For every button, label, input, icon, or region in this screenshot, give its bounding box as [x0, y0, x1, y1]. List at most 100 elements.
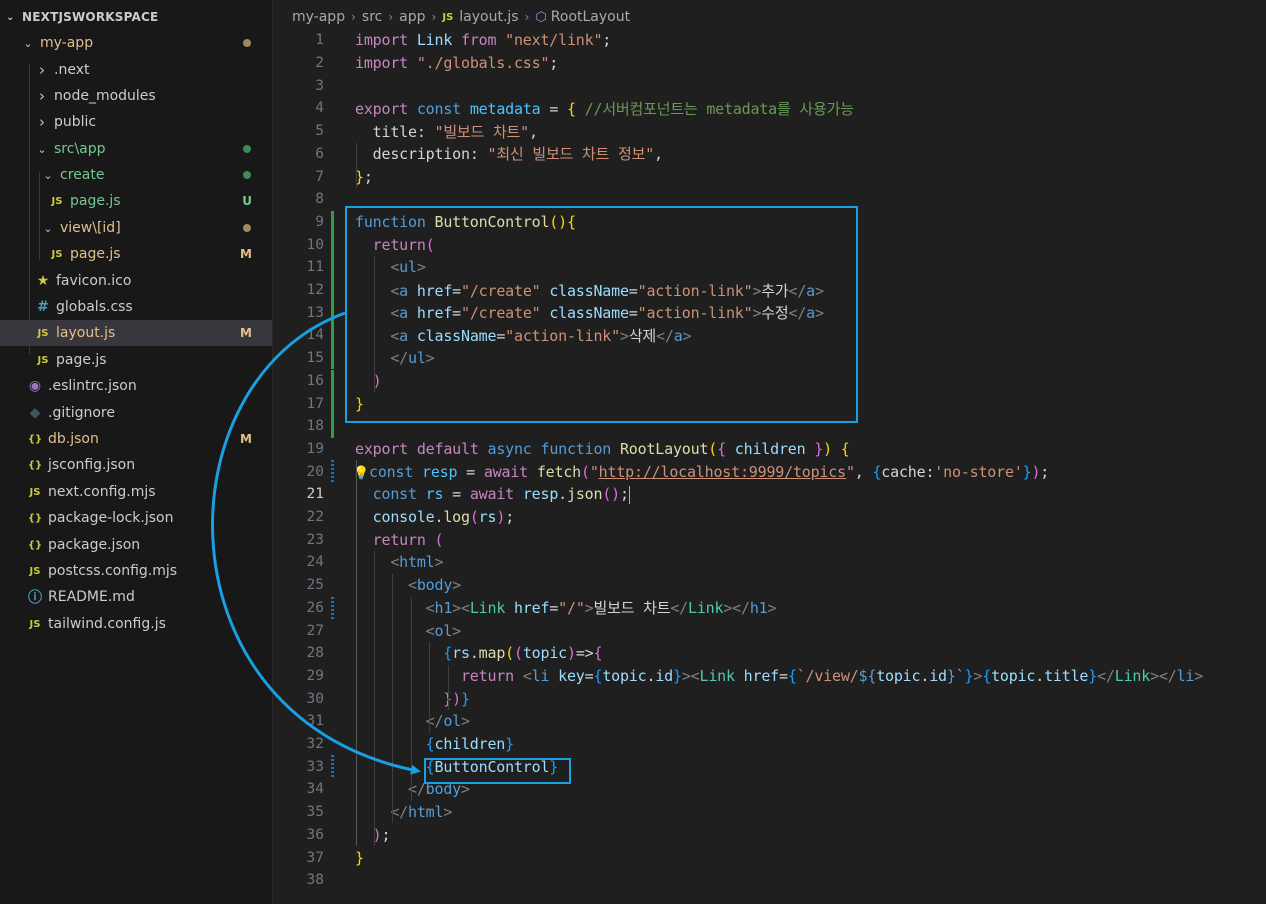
- breadcrumb-item-src[interactable]: src: [362, 9, 382, 25]
- tree-item-label: page.js: [70, 246, 121, 262]
- code-line[interactable]: 31 </ol>: [274, 710, 1266, 733]
- breadcrumb-item-my-app[interactable]: my-app: [292, 9, 345, 25]
- css-file-icon: #: [37, 299, 49, 315]
- js-file-icon: JS: [442, 11, 454, 23]
- tree-item[interactable]: › .next: [0, 57, 272, 83]
- tree-item[interactable]: {} db.json M: [0, 426, 272, 452]
- gutter-added-marker[interactable]: [331, 210, 334, 234]
- code-line[interactable]: 28 {rs.map((topic)=>{: [274, 642, 1266, 665]
- code-line[interactable]: 25 <body>: [274, 574, 1266, 597]
- chevron-down-icon[interactable]: ⌄: [40, 169, 56, 182]
- chevron-right-icon: ›: [351, 10, 356, 24]
- code-line[interactable]: 26 <h1><Link href="/">빌보드 차트</Link></h1>: [274, 596, 1266, 620]
- line-number: 36: [306, 826, 324, 843]
- code-text: }: [355, 849, 364, 867]
- code-line[interactable]: 32 {children}: [274, 733, 1266, 756]
- tree-item-label: package-lock.json: [48, 510, 174, 526]
- tree-item[interactable]: ★ favicon.ico: [0, 268, 272, 294]
- gutter-modified-marker[interactable]: [331, 460, 334, 483]
- chevron-right-icon[interactable]: ›: [34, 61, 50, 79]
- code-line[interactable]: 36 );: [274, 824, 1266, 847]
- chevron-down-icon[interactable]: ⌄: [20, 37, 36, 50]
- gutter-added-marker[interactable]: [331, 369, 334, 393]
- tree-item[interactable]: ⌄ view\[id]: [0, 215, 272, 241]
- code-line[interactable]: 21 const rs = await resp.json();: [274, 483, 1266, 506]
- tree-item[interactable]: JS postcss.config.mjs: [0, 558, 272, 584]
- code-line[interactable]: 6 description: "최신 빌보드 차트 정보",: [274, 143, 1266, 166]
- tree-item[interactable]: {} jsconfig.json: [0, 452, 272, 478]
- gutter-added-marker[interactable]: [331, 256, 334, 279]
- line-number: 35: [306, 804, 324, 821]
- breadcrumb-item-symbol[interactable]: RootLayout: [551, 9, 630, 25]
- js-file-icon: JS: [51, 248, 63, 260]
- breadcrumb-item-app[interactable]: app: [399, 9, 425, 25]
- code-text: import Link from "next/link";: [355, 31, 611, 49]
- tree-item[interactable]: JS page.js: [0, 347, 272, 373]
- code-line[interactable]: 35 </html>: [274, 801, 1266, 824]
- tree-item[interactable]: JS page.js U: [0, 188, 272, 214]
- code-line[interactable]: 19 export default async function RootLayo…: [274, 438, 1266, 461]
- gutter-added-marker[interactable]: [331, 278, 334, 302]
- chevron-down-icon[interactable]: ⌄: [34, 143, 50, 156]
- chevron-right-icon[interactable]: ›: [34, 87, 50, 105]
- code-token: (: [580, 462, 590, 481]
- code-text: export default async function RootLayout…: [355, 440, 850, 458]
- code-token: import: [355, 31, 417, 50]
- code-line[interactable]: 29 return <li key={topic.id}><Link href=…: [274, 665, 1266, 688]
- tree-item[interactable]: ⌄ create: [0, 162, 272, 188]
- tree-item[interactable]: JS layout.js M: [0, 320, 272, 346]
- tree-item[interactable]: # globals.css: [0, 294, 272, 320]
- chevron-down-icon[interactable]: ⌄: [40, 222, 56, 235]
- tree-item[interactable]: JS page.js M: [0, 241, 272, 267]
- tree-item[interactable]: ◉ .eslintrc.json: [0, 373, 272, 399]
- gutter-added-marker[interactable]: [331, 414, 334, 438]
- code-line[interactable]: 27 <ol>: [274, 619, 1266, 642]
- code-line[interactable]: 23 return (: [274, 528, 1266, 551]
- gutter-added-marker[interactable]: [331, 392, 334, 415]
- code-token: const: [416, 99, 470, 118]
- gutter-added-marker[interactable]: [331, 346, 334, 370]
- code-token: ;: [505, 508, 515, 527]
- code-line[interactable]: 38: [274, 869, 1266, 892]
- code-line[interactable]: 7};: [274, 165, 1266, 188]
- code-token: (: [708, 439, 718, 458]
- tree-item[interactable]: ⌄ src\app: [0, 136, 272, 162]
- tree-item[interactable]: JS next.config.mjs: [0, 479, 272, 505]
- tree-item[interactable]: › public: [0, 109, 272, 135]
- tree-item[interactable]: ⌄ my-app: [0, 30, 272, 56]
- code-line[interactable]: 20 💡const resp = await fetch("http://loca…: [274, 460, 1266, 483]
- code-line[interactable]: 30 })}: [274, 687, 1266, 710]
- breadcrumb-item-file[interactable]: layout.js: [459, 9, 518, 25]
- tree-item-label: view\[id]: [60, 220, 121, 236]
- gutter-added-marker[interactable]: [331, 233, 334, 256]
- code-line[interactable]: 37}: [274, 846, 1266, 869]
- tree-item[interactable]: › node_modules: [0, 83, 272, 109]
- gutter-added-marker[interactable]: [331, 324, 334, 347]
- chevron-right-icon[interactable]: ›: [34, 113, 50, 131]
- gutter-added-marker[interactable]: [331, 301, 334, 325]
- code-line[interactable]: 1 import Link from "next/link";: [274, 29, 1266, 52]
- gutter-modified-marker[interactable]: [331, 596, 334, 620]
- code-line[interactable]: 5 title: "빌보드 차트",: [274, 120, 1266, 143]
- code-line[interactable]: 24 <html>: [274, 551, 1266, 574]
- code-line[interactable]: 3: [274, 74, 1266, 97]
- code-line[interactable]: 2 import "./globals.css";: [274, 52, 1266, 75]
- code-line[interactable]: 4 export const metadata = { //서버컴포넌트는 met…: [274, 97, 1266, 120]
- code-token: 'no-store': [934, 462, 1023, 481]
- code-line[interactable]: 34 </body>: [274, 778, 1266, 801]
- line-number: 20: [306, 463, 324, 480]
- code-line[interactable]: 22 console.log(rs);: [274, 506, 1266, 529]
- code-token: Link: [1114, 666, 1151, 685]
- tree-item[interactable]: JS tailwind.config.js: [0, 611, 272, 637]
- code-token: {: [982, 666, 992, 685]
- code-line[interactable]: 33 {ButtonControl}: [274, 755, 1266, 779]
- code-token: export: [355, 439, 417, 458]
- tree-item[interactable]: {} package.json: [0, 532, 272, 558]
- line-number: 2: [315, 55, 324, 72]
- line-number: 22: [306, 509, 324, 526]
- workspace-header[interactable]: ⌄ NEXTJSWORKSPACE: [0, 0, 272, 34]
- gutter-modified-marker[interactable]: [331, 755, 334, 779]
- tree-item[interactable]: ⓘ README.md: [0, 584, 272, 610]
- tree-item[interactable]: ◆ .gitignore: [0, 400, 272, 426]
- tree-item[interactable]: {} package-lock.json: [0, 505, 272, 531]
